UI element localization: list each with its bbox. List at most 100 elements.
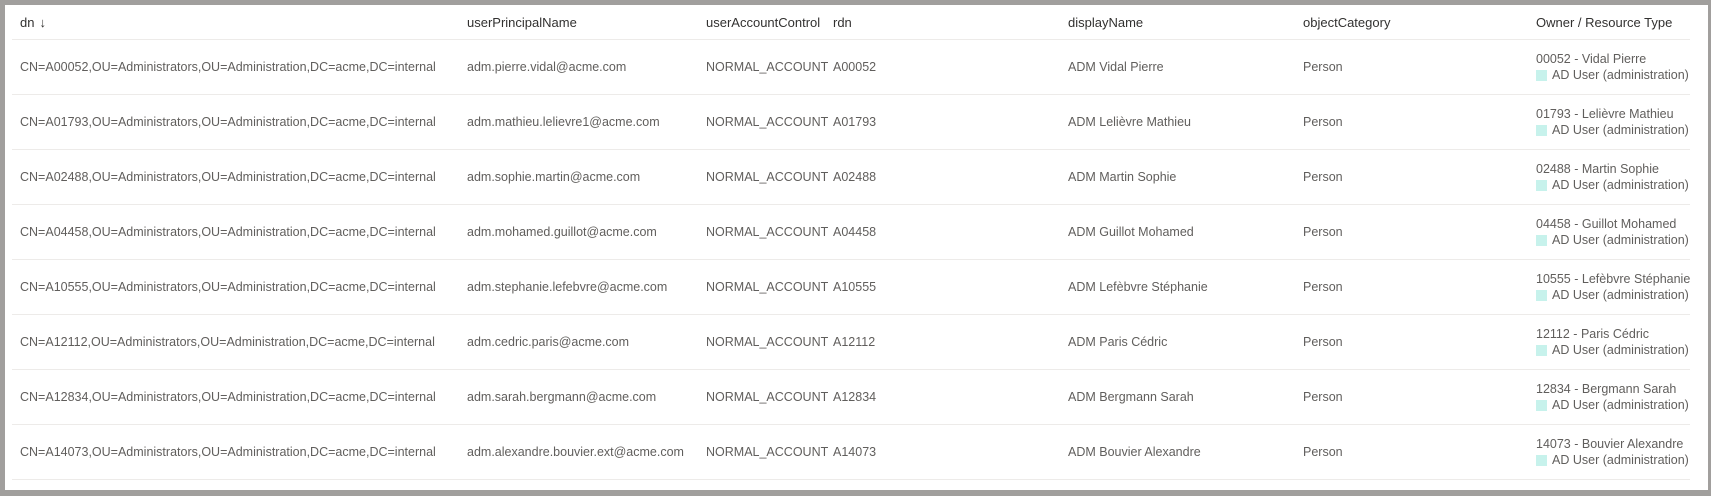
rdn-cell: A10555 bbox=[833, 280, 877, 294]
rdn-cell: A02488 bbox=[833, 170, 877, 184]
column-header-userprincipalname[interactable]: userPrincipalName bbox=[467, 5, 707, 39]
table-row[interactable]: CN=A10555,OU=Administrators,OU=Administr… bbox=[12, 260, 1690, 315]
resource-type-color-swatch bbox=[1536, 69, 1547, 81]
resource-type-label: AD User (administration) bbox=[1552, 178, 1689, 192]
dn-cell: CN=A12112,OU=Administrators,OU=Administr… bbox=[20, 335, 435, 349]
uac-cell: NORMAL_ACCOUNT bbox=[706, 150, 831, 204]
owner-link[interactable]: 04458 - Guillot Mohamed bbox=[1536, 216, 1696, 232]
table-row[interactable]: CN=A12112,OU=Administrators,OU=Administr… bbox=[12, 315, 1690, 370]
dn-cell: CN=A01793,OU=Administrators,OU=Administr… bbox=[20, 115, 436, 129]
dn-cell: CN=A14073,OU=Administrators,OU=Administr… bbox=[20, 445, 436, 459]
upn-cell: adm.alexandre.bouvier.ext@acme.com bbox=[467, 445, 684, 459]
resource-type-color-swatch bbox=[1536, 234, 1547, 246]
table-row[interactable]: CN=A01793,OU=Administrators,OU=Administr… bbox=[12, 95, 1690, 150]
owner-cell: 00052 - Vidal Pierre AD User (administra… bbox=[1536, 40, 1696, 94]
table-row[interactable]: CN=A04458,OU=Administrators,OU=Administr… bbox=[12, 205, 1690, 260]
owner-cell: 10555 - Lefèbvre Stéphanie AD User (admi… bbox=[1536, 260, 1696, 314]
resource-type: AD User (administration) bbox=[1536, 67, 1696, 83]
displayname-cell: ADM Lelièvre Mathieu bbox=[1068, 115, 1191, 129]
uac-value: NORMAL_ACCOUNT bbox=[706, 390, 829, 404]
resource-type: AD User (administration) bbox=[1536, 342, 1696, 358]
owner-cell: 04458 - Guillot Mohamed AD User (adminis… bbox=[1536, 205, 1696, 259]
objectcategory-cell: Person bbox=[1303, 390, 1343, 404]
owner-link[interactable]: 02488 - Martin Sophie bbox=[1536, 161, 1696, 177]
owner-cell: 01793 - Lelièvre Mathieu AD User (admini… bbox=[1536, 95, 1696, 149]
table-row[interactable]: CN=A12834,OU=Administrators,OU=Administr… bbox=[12, 370, 1690, 425]
owner-cell: 12834 - Bergmann Sarah AD User (administ… bbox=[1536, 370, 1696, 424]
dn-cell: CN=A04458,OU=Administrators,OU=Administr… bbox=[20, 225, 436, 239]
upn-cell: adm.mathieu.lelievre1@acme.com bbox=[467, 115, 660, 129]
resource-type-color-swatch bbox=[1536, 289, 1547, 301]
rdn-cell: A14073 bbox=[833, 445, 877, 459]
table-row[interactable]: CN=A00052,OU=Administrators,OU=Administr… bbox=[12, 40, 1690, 95]
owner-link[interactable]: 01793 - Lelièvre Mathieu bbox=[1536, 106, 1696, 122]
resource-type-label: AD User (administration) bbox=[1552, 123, 1689, 137]
upn-cell: adm.stephanie.lefebvre@acme.com bbox=[467, 280, 668, 294]
resource-type-color-swatch bbox=[1536, 454, 1547, 466]
owner-cell: 14073 - Bouvier Alexandre AD User (admin… bbox=[1536, 425, 1696, 479]
uac-cell: NORMAL_ACCOUNT bbox=[706, 95, 831, 149]
resource-type-label: AD User (administration) bbox=[1552, 288, 1689, 302]
resource-type-label: AD User (administration) bbox=[1552, 453, 1689, 467]
dn-cell: CN=A10555,OU=Administrators,OU=Administr… bbox=[20, 280, 436, 294]
results-table: dn ↓ userPrincipalName userAccountControl… bbox=[12, 5, 1690, 480]
rdn-cell: A04458 bbox=[833, 225, 877, 239]
resource-type: AD User (administration) bbox=[1536, 232, 1696, 248]
owner-link[interactable]: 10555 - Lefèbvre Stéphanie bbox=[1536, 271, 1696, 287]
resource-type-label: AD User (administration) bbox=[1552, 233, 1689, 247]
displayname-cell: ADM Lefèbvre Stéphanie bbox=[1068, 280, 1208, 294]
rdn-cell: A01793 bbox=[833, 115, 877, 129]
column-header-dn[interactable]: dn ↓ bbox=[20, 5, 460, 39]
upn-cell: adm.sarah.bergmann@acme.com bbox=[467, 390, 657, 404]
displayname-cell: ADM Paris Cédric bbox=[1068, 335, 1168, 349]
column-header-rdn[interactable]: rdn bbox=[833, 5, 1033, 39]
objectcategory-cell: Person bbox=[1303, 445, 1343, 459]
uac-cell: NORMAL_ACCOUNT bbox=[706, 40, 831, 94]
column-header-useraccountcontrol[interactable]: userAccountControl bbox=[706, 5, 831, 39]
owner-link[interactable]: 00052 - Vidal Pierre bbox=[1536, 51, 1696, 67]
displayname-cell: ADM Martin Sophie bbox=[1068, 170, 1177, 184]
objectcategory-cell: Person bbox=[1303, 225, 1343, 239]
results-panel: dn ↓ userPrincipalName userAccountControl… bbox=[5, 5, 1708, 490]
uac-value: NORMAL_ACCOUNT bbox=[706, 280, 829, 294]
uac-value: NORMAL_ACCOUNT bbox=[706, 225, 829, 239]
column-header-displayname[interactable]: displayName bbox=[1068, 5, 1288, 39]
resource-type-color-swatch bbox=[1536, 179, 1547, 191]
owner-cell: 12112 - Paris Cédric AD User (administra… bbox=[1536, 315, 1696, 369]
uac-value: NORMAL_ACCOUNT bbox=[706, 115, 829, 129]
rdn-cell: A12112 bbox=[833, 335, 876, 349]
column-header-objectcategory[interactable]: objectCategory bbox=[1303, 5, 1503, 39]
owner-link[interactable]: 12112 - Paris Cédric bbox=[1536, 326, 1696, 342]
column-label: dn bbox=[20, 14, 35, 30]
uac-cell: NORMAL_ACCOUNT bbox=[706, 425, 831, 479]
owner-link[interactable]: 14073 - Bouvier Alexandre bbox=[1536, 436, 1696, 452]
resource-type-label: AD User (administration) bbox=[1552, 398, 1689, 412]
uac-cell: NORMAL_ACCOUNT bbox=[706, 315, 831, 369]
rdn-cell: A00052 bbox=[833, 60, 877, 74]
dn-cell: CN=A00052,OU=Administrators,OU=Administr… bbox=[20, 60, 436, 74]
uac-cell: NORMAL_ACCOUNT bbox=[706, 370, 831, 424]
upn-cell: adm.mohamed.guillot@acme.com bbox=[467, 225, 657, 239]
resource-type-color-swatch bbox=[1536, 124, 1547, 136]
table-row[interactable]: CN=A14073,OU=Administrators,OU=Administr… bbox=[12, 425, 1690, 480]
sort-descending-icon: ↓ bbox=[39, 14, 46, 30]
objectcategory-cell: Person bbox=[1303, 115, 1343, 129]
displayname-cell: ADM Bouvier Alexandre bbox=[1068, 445, 1201, 459]
owner-cell: 02488 - Martin Sophie AD User (administr… bbox=[1536, 150, 1696, 204]
owner-link[interactable]: 12834 - Bergmann Sarah bbox=[1536, 381, 1696, 397]
resource-type-color-swatch bbox=[1536, 399, 1547, 411]
uac-cell: NORMAL_ACCOUNT bbox=[706, 260, 831, 314]
objectcategory-cell: Person bbox=[1303, 335, 1343, 349]
dn-cell: CN=A02488,OU=Administrators,OU=Administr… bbox=[20, 170, 436, 184]
table-row[interactable]: CN=A02488,OU=Administrators,OU=Administr… bbox=[12, 150, 1690, 205]
resource-type: AD User (administration) bbox=[1536, 287, 1696, 303]
objectcategory-cell: Person bbox=[1303, 280, 1343, 294]
resource-type-label: AD User (administration) bbox=[1552, 343, 1689, 357]
resource-type: AD User (administration) bbox=[1536, 177, 1696, 193]
column-header-owner-resource-type[interactable]: Owner / Resource Type bbox=[1536, 5, 1696, 39]
uac-value: NORMAL_ACCOUNT bbox=[706, 335, 829, 349]
resource-type: AD User (administration) bbox=[1536, 397, 1696, 413]
upn-cell: adm.cedric.paris@acme.com bbox=[467, 335, 630, 349]
displayname-cell: ADM Bergmann Sarah bbox=[1068, 390, 1194, 404]
uac-value: NORMAL_ACCOUNT bbox=[706, 445, 829, 459]
